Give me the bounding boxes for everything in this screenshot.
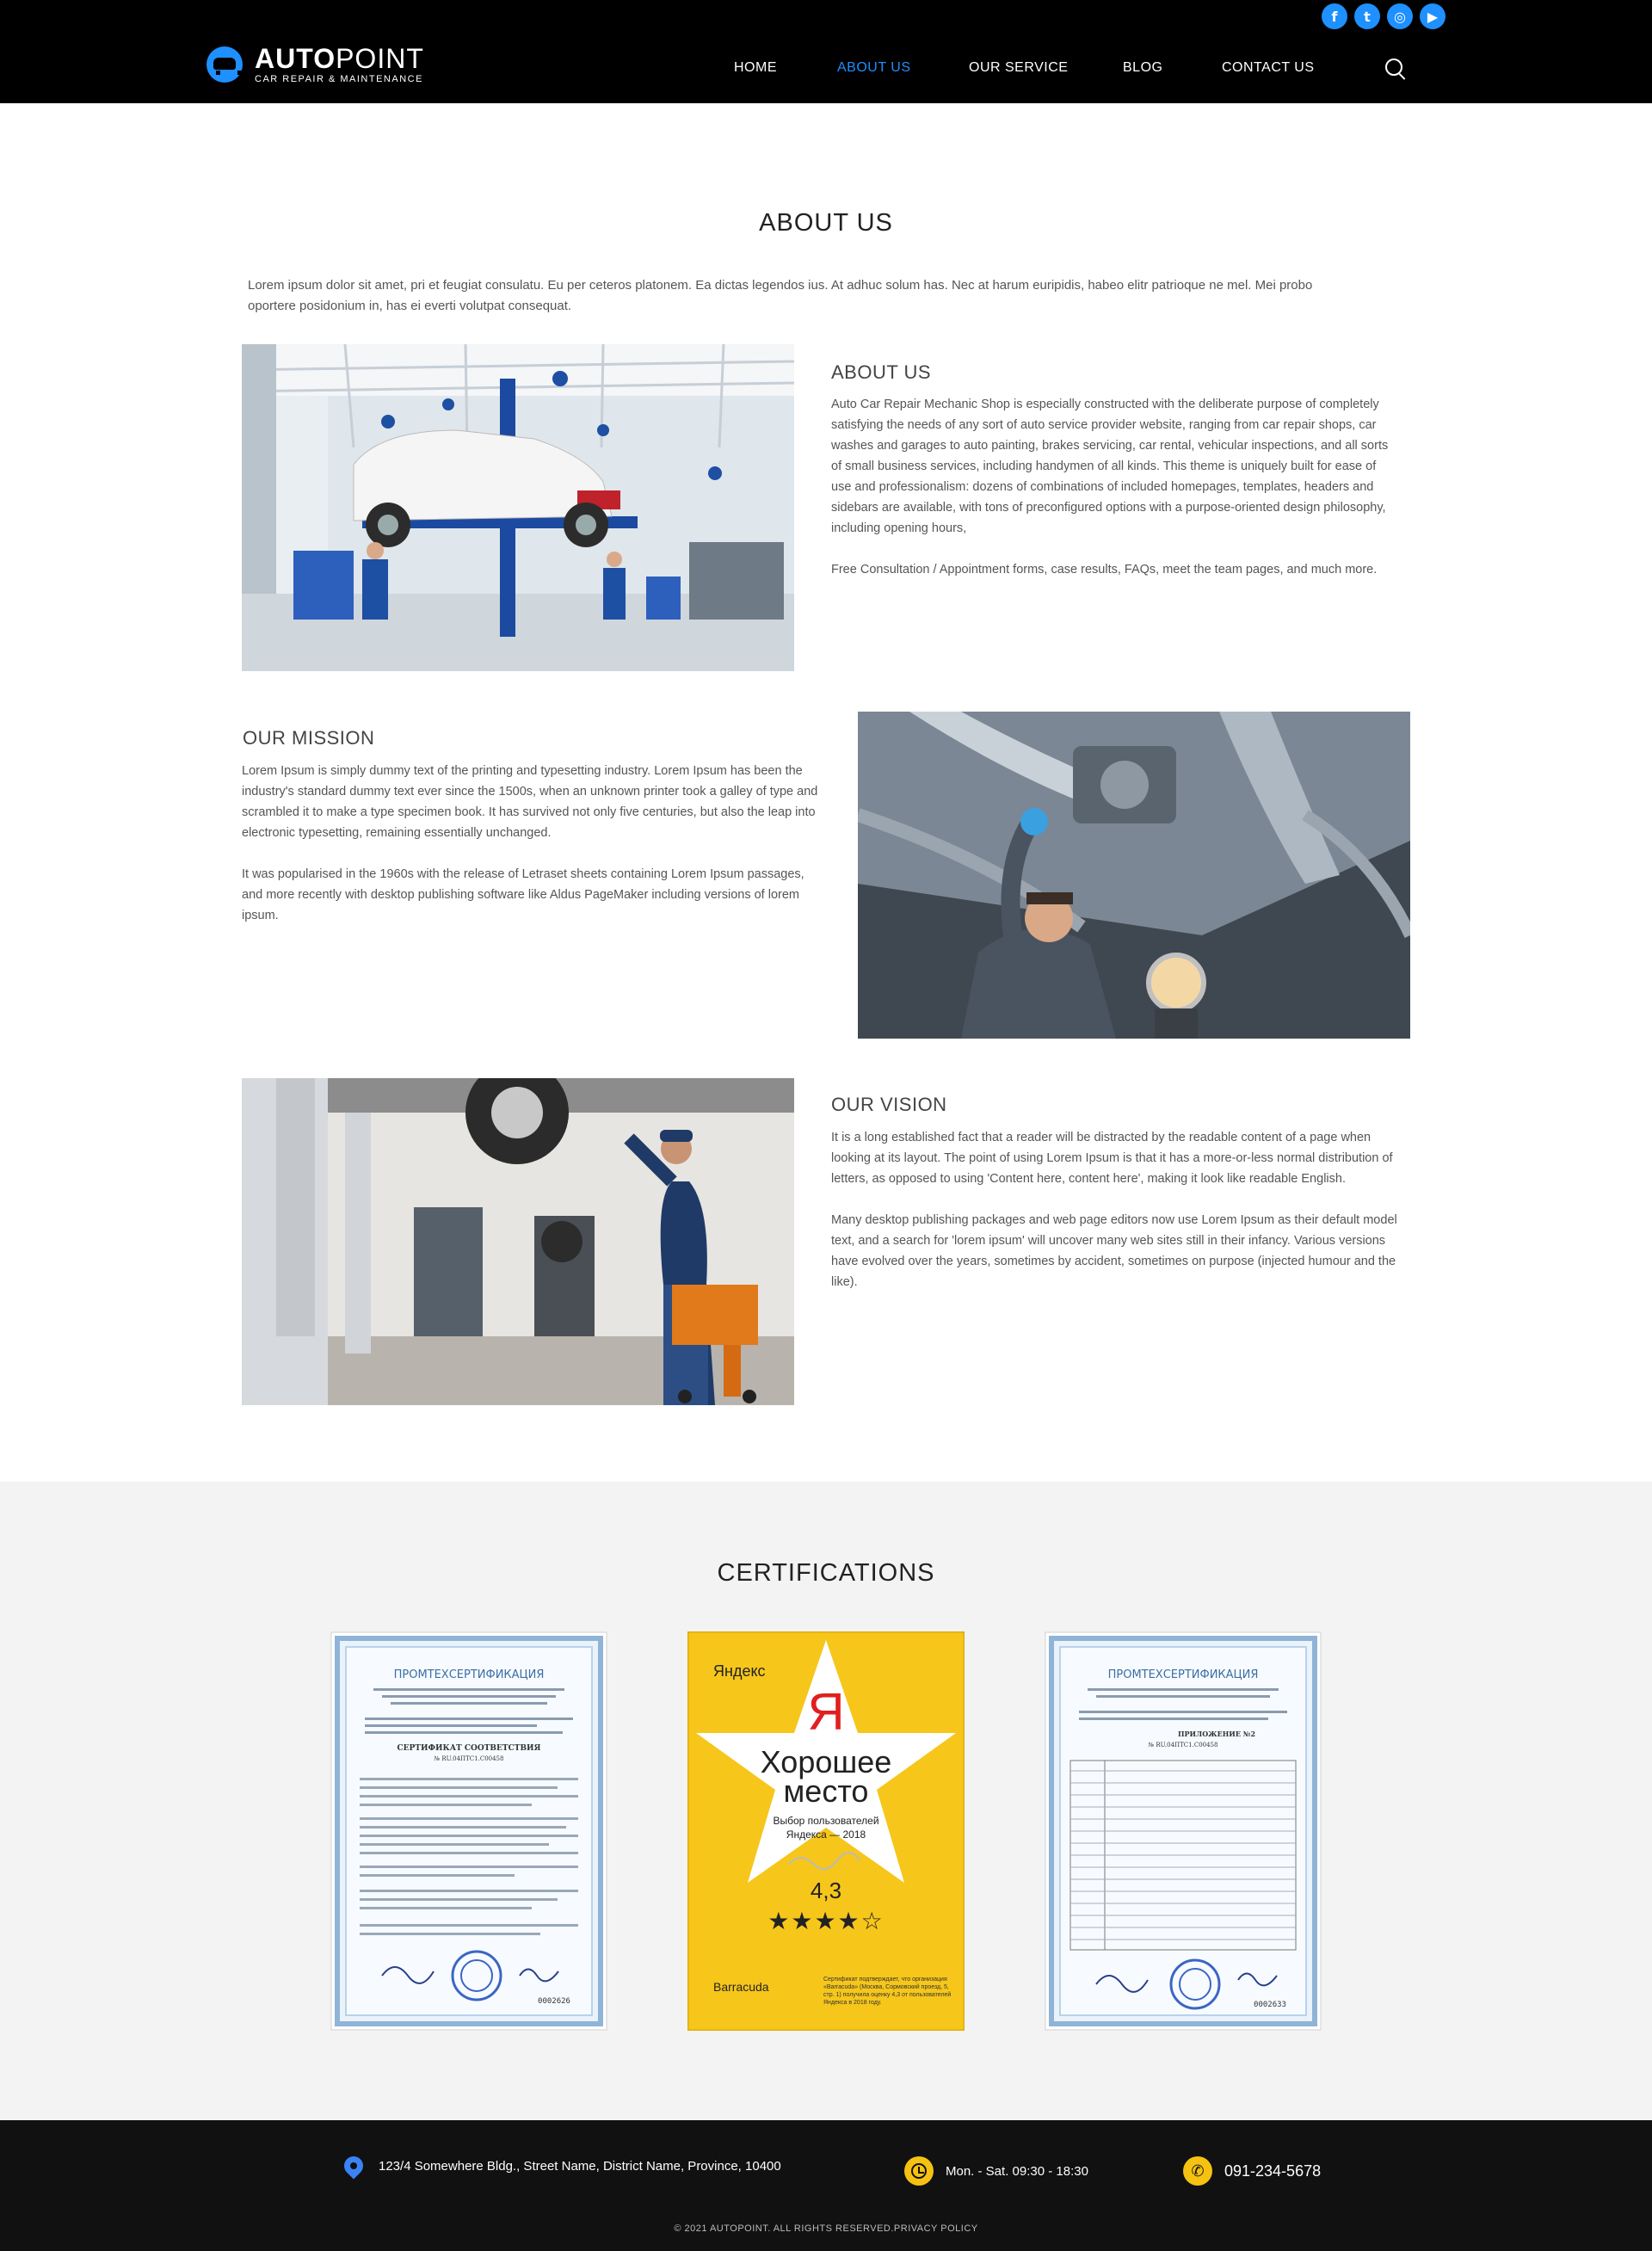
nav-home[interactable]: HOME — [734, 60, 777, 76]
mechanic-under-car-photo — [858, 712, 1410, 1039]
cert1-number: № RU.04ПТС1.С00458 — [435, 1755, 504, 1762]
award-rating: 4,3 — [811, 1878, 841, 1903]
location-pin-icon — [340, 2152, 367, 2180]
clock-icon — [904, 2156, 934, 2186]
youtube-icon[interactable]: ▶ — [1420, 3, 1446, 29]
certificate-appendix[interactable]: ПРОМТЕХСЕРТИФИКАЦИЯ ПРИЛОЖЕНИЕ №2 № RU.0… — [1045, 1631, 1322, 2031]
phone-text[interactable]: 091-234-5678 — [1224, 2162, 1321, 2180]
page-title: ABOUT US — [759, 209, 893, 237]
mission-body: Lorem Ipsum is simply dummy text of the … — [242, 761, 818, 926]
vision-paragraph-2: Many desktop publishing packages and web… — [831, 1213, 1397, 1289]
cert3-title: ПРИЛОЖЕНИЕ №2 — [1178, 1730, 1255, 1738]
hours-text: Mon. - Sat. 09:30 - 18:30 — [946, 2163, 1088, 2179]
certifications-title: CERTIFICATIONS — [717, 1559, 935, 1587]
award-stars-icon: ★★★★☆ — [767, 1907, 885, 1935]
yandex-brand: Яндекс — [713, 1662, 766, 1680]
twitter-icon[interactable]: t — [1354, 3, 1380, 29]
cert1-title: СЕРТИФИКАТ СООТВЕТСТВИЯ — [398, 1744, 541, 1753]
facebook-icon[interactable]: f — [1322, 3, 1347, 29]
vision-paragraph-1: It is a long established fact that a rea… — [831, 1131, 1393, 1186]
cert3-org: ПРОМТЕХСЕРТИФИКАЦИЯ — [1108, 1668, 1259, 1681]
address-text: 123/4 Somewhere Bldg., Street Name, Dist… — [379, 2158, 781, 2174]
award-subtitle-2: Яндекса — 2018 — [786, 1829, 866, 1841]
search-icon[interactable] — [1385, 59, 1402, 76]
award-headline-2: место — [784, 1773, 869, 1809]
footer-phone[interactable]: ✆ 091-234-5678 — [1183, 2156, 1321, 2186]
nav-blog[interactable]: BLOG — [1123, 60, 1162, 76]
vision-heading: OUR VISION — [831, 1094, 947, 1115]
instagram-icon[interactable]: ◎ — [1387, 3, 1413, 29]
cert1-serial: 0002626 — [538, 1997, 570, 2006]
intro-text: Lorem ipsum dolor sit amet, pri et feugi… — [248, 278, 1313, 313]
nav-contact-us[interactable]: CONTACT US — [1222, 60, 1315, 76]
yandex-good-place-award[interactable]: Яндекс Я Хорошее место Выбор пользовател… — [686, 1630, 966, 2032]
about-body: Auto Car Repair Mechanic Shop is especia… — [831, 394, 1399, 580]
award-subtitle-1: Выбор пользователей — [773, 1815, 878, 1827]
social-links: f t ◎ ▶ — [1322, 3, 1446, 29]
mission-paragraph-1: Lorem Ipsum is simply dummy text of the … — [242, 764, 818, 840]
award-business: Barracuda — [713, 1980, 769, 1994]
mission-paragraph-2: It was popularised in the 1960s with the… — [242, 867, 804, 922]
footer-hours: Mon. - Sat. 09:30 - 18:30 — [904, 2156, 1088, 2186]
vision-body: It is a long established fact that a rea… — [831, 1127, 1399, 1292]
main-nav: HOME ABOUT US OUR SERVICE BLOG CONTACT U… — [0, 60, 1652, 77]
about-heading: ABOUT US — [831, 361, 932, 383]
about-paragraph-1: Auto Car Repair Mechanic Shop is especia… — [831, 398, 1389, 535]
yandex-logo-icon: Я — [807, 1683, 844, 1741]
about-paragraph-2: Free Consultation / Appointment forms, c… — [831, 563, 1378, 577]
nav-about-us[interactable]: ABOUT US — [837, 60, 911, 76]
footer-address: 123/4 Somewhere Bldg., Street Name, Dist… — [340, 2152, 781, 2180]
cert1-org: ПРОМТЕХСЕРТИФИКАЦИЯ — [394, 1668, 545, 1681]
mission-heading: OUR MISSION — [243, 727, 375, 749]
site-header: f t ◎ ▶ AUTOPOINT CAR REPAIR & MAINTENAN… — [0, 0, 1652, 103]
phone-icon: ✆ — [1183, 2156, 1212, 2186]
award-note: Сертификат подтверждает, что организация… — [823, 1977, 952, 2006]
cert3-serial: 0002633 — [1254, 2001, 1286, 2009]
garage-photo — [242, 344, 794, 671]
cert3-number: № RU.04ПТС1.С00458 — [1149, 1742, 1218, 1748]
copyright-text: © 2021 AUTOPOINT. ALL RIGHTS RESERVED.PR… — [674, 2223, 978, 2234]
mechanic-lift-photo — [242, 1078, 794, 1405]
certificate-conformity[interactable]: ПРОМТЕХСЕРТИФИКАЦИЯ СЕРТИФИКАТ СООТВЕТСТ… — [330, 1631, 607, 2031]
nav-our-service[interactable]: OUR SERVICE — [969, 60, 1068, 76]
